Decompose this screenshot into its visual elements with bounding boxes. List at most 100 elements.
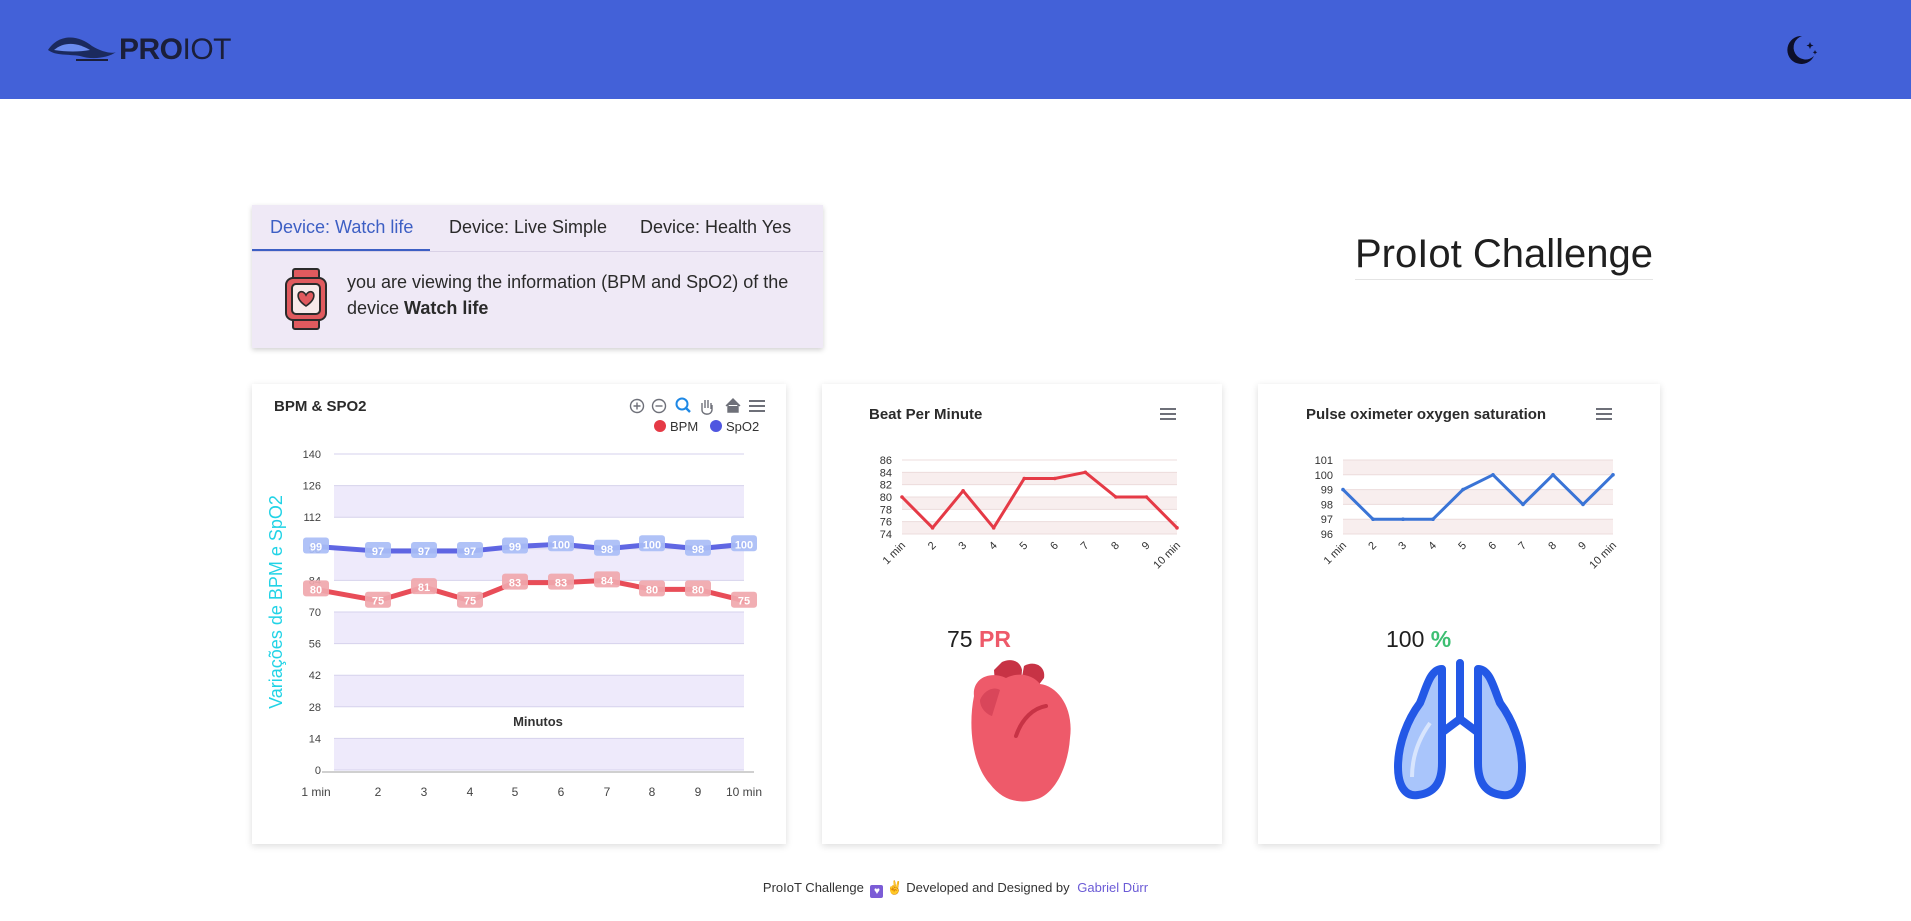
bpm-data-point[interactable] <box>1052 476 1057 481</box>
legend-spo2-label[interactable]: SpO2 <box>726 419 759 434</box>
bpm-x-tick-label: 8 <box>1109 540 1122 553</box>
data-label-spo2: 97 <box>372 546 384 558</box>
spo2-data-point[interactable] <box>1611 473 1615 477</box>
zoom-selection-icon[interactable] <box>675 397 691 413</box>
bpm-data-point[interactable] <box>930 526 935 530</box>
spo2-x-tick-label: 8 <box>1546 540 1559 553</box>
x-tick-label: 9 <box>695 785 702 799</box>
logo-light-text: IOT <box>182 33 232 66</box>
spo2-x-tick-label: 5 <box>1456 540 1469 553</box>
y-tick-label: 70 <box>309 607 321 619</box>
bpm-data-point[interactable] <box>1175 526 1179 530</box>
y-axis-title: Variações de BPM e SpO2 <box>266 495 286 709</box>
bpm-grid-band <box>902 521 1177 534</box>
bpm-y-tick-label: 78 <box>880 504 892 516</box>
tab-live-simple[interactable]: Device: Live Simple <box>449 217 607 238</box>
data-label-spo2: 100 <box>643 539 661 551</box>
pan-icon[interactable] <box>701 400 713 415</box>
bpm-card: Beat Per Minute 74 76 78 80 82 84 86 1 min 2 3 4 5… <box>822 384 1222 844</box>
bpm-data-point[interactable] <box>961 489 965 493</box>
bpm-data-point[interactable] <box>1114 495 1118 499</box>
x-axis-ticks: 1 min 2 3 4 5 6 7 8 9 10 min <box>301 785 762 799</box>
spo2-y-tick-label: 98 <box>1321 499 1333 511</box>
bpm-data-point[interactable] <box>900 495 904 499</box>
spo2-x-axis-ticks: 1 min 2 3 4 5 6 7 8 910 min <box>1322 540 1620 572</box>
legend-bpm-label[interactable]: BPM <box>670 419 698 434</box>
x-tick-label: 4 <box>467 785 474 799</box>
chart-toolbar <box>629 397 765 415</box>
data-label-bpm: 80 <box>692 584 704 596</box>
grid-band <box>334 738 744 770</box>
data-label-spo2: 98 <box>601 544 613 556</box>
bpm-menu-icon[interactable] <box>1160 408 1176 420</box>
x-tick-label: 5 <box>512 785 519 799</box>
menu-icon[interactable] <box>749 400 765 412</box>
legend-bpm-marker <box>654 420 666 432</box>
spo2-data-point[interactable] <box>1461 487 1465 492</box>
bpm-x-tick-label: 9 <box>1140 540 1153 553</box>
x-tick-label: 3 <box>421 785 428 799</box>
bpm-data-point[interactable] <box>1022 476 1027 481</box>
device-name: Watch life <box>404 298 489 318</box>
spo2-x-tick-label: 4 <box>1426 540 1439 553</box>
spo2-data-point[interactable] <box>1581 502 1585 507</box>
bpm-data-point[interactable] <box>1144 495 1149 499</box>
page-title: ProIot Challenge <box>1355 232 1653 280</box>
bpm-data-point[interactable] <box>1083 470 1088 475</box>
tab-health-yes[interactable]: Device: Health Yes <box>640 217 791 238</box>
spo2-x-tick-label: 3 <box>1396 540 1409 553</box>
smartwatch-heart-icon <box>285 268 327 330</box>
purple-heart-icon: ♥ <box>870 885 884 898</box>
x-tick-label: 7 <box>604 785 611 799</box>
bpm-x-tick-label: 7 <box>1079 540 1092 553</box>
spo2-x-tick-label: 6 <box>1486 540 1499 553</box>
data-label-bpm: 75 <box>738 596 750 608</box>
spo2-y-tick-label: 101 <box>1315 455 1333 467</box>
spo2-y-tick-label: 100 <box>1315 470 1333 482</box>
data-label-bpm: 80 <box>310 584 322 596</box>
spo2-menu-icon[interactable] <box>1596 408 1612 420</box>
spo2-data-point[interactable] <box>1551 473 1555 477</box>
x-tick-label: 10 min <box>726 785 762 799</box>
reset-home-icon[interactable] <box>725 398 741 413</box>
y-tick-label: 14 <box>309 733 321 745</box>
spo2-x-tick-label: 9 <box>1576 540 1589 553</box>
y-tick-label: 112 <box>303 512 321 524</box>
spo2-data-point[interactable] <box>1341 487 1345 492</box>
data-label-bpm: 81 <box>418 582 430 594</box>
zoom-in-icon[interactable] <box>629 398 645 414</box>
spo2-data-point[interactable] <box>1371 517 1375 521</box>
bpm-grid-band <box>902 497 1177 510</box>
y-tick-label: 56 <box>309 639 321 651</box>
data-label-bpm: 84 <box>601 575 614 587</box>
device-tab-bar: Device: Watch life Device: Live Simple D… <box>252 205 823 252</box>
device-tabs-card: Device: Watch life Device: Live Simple D… <box>252 205 823 348</box>
footer: ProIoT Challenge ♥ ✌ Developed and Design… <box>0 880 1911 898</box>
x-tick-label: 6 <box>558 785 565 799</box>
spo2-grid-band <box>1343 460 1613 475</box>
spo2-x-tick-label: 1 min <box>1322 540 1350 568</box>
data-label-spo2: 97 <box>464 546 476 558</box>
spo2-grid-band <box>1343 489 1613 505</box>
spo2-data-point[interactable] <box>1521 502 1525 507</box>
author-link[interactable]: Gabriel Dürr <box>1077 880 1148 895</box>
zoom-out-icon[interactable] <box>651 398 667 414</box>
bpm-data-point[interactable] <box>991 526 996 530</box>
theme-toggle-button[interactable] <box>1782 30 1822 70</box>
spo2-data-point[interactable] <box>1401 517 1405 521</box>
device-info-text: you are viewing the information (BPM and… <box>347 269 807 321</box>
spo2-data-point[interactable] <box>1431 517 1435 521</box>
spo2-data-point[interactable] <box>1491 473 1495 477</box>
top-header: PROIOT <box>0 0 1911 99</box>
data-label-spo2: 99 <box>509 542 521 554</box>
logo-bold-text: PRO <box>119 33 183 66</box>
bpm-spo2-chart: BPM & SPO2 BPM SpO2 01428425670112126140… <box>266 397 765 799</box>
spo2-unit: % <box>1430 626 1452 652</box>
x-tick-label: 2 <box>375 785 382 799</box>
wing-logo-icon <box>48 37 116 61</box>
y-tick-label: 0 <box>315 765 321 777</box>
moon-stars-icon <box>1787 35 1818 64</box>
y-tick-label: 42 <box>309 670 321 682</box>
tab-watch-life[interactable]: Device: Watch life <box>270 217 413 238</box>
app-logo[interactable]: PROIOT <box>46 30 236 70</box>
